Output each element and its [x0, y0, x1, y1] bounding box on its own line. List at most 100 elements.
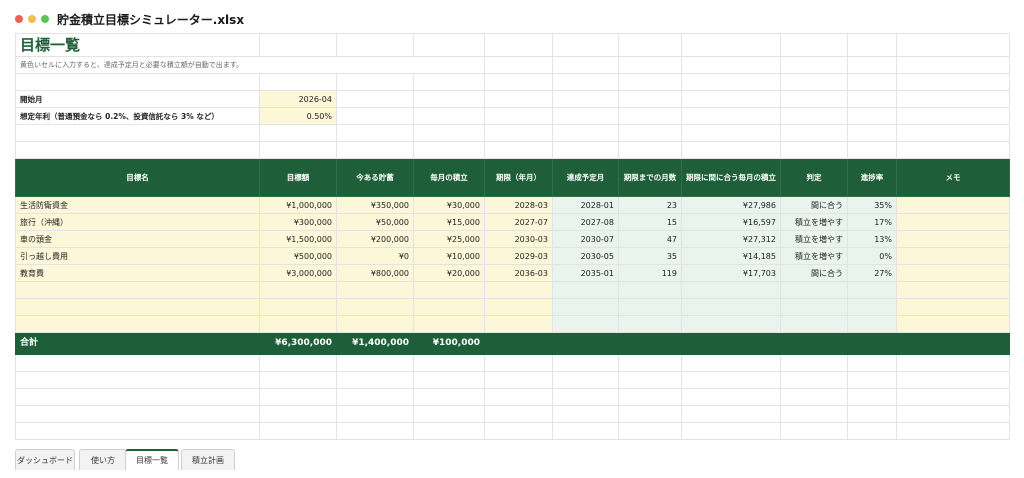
empty-cell[interactable]	[847, 90, 897, 108]
empty-cell[interactable]	[896, 141, 1010, 159]
goal-cell[interactable]: 2027-08	[552, 213, 619, 231]
empty-cell[interactable]	[618, 90, 682, 108]
annual-rate-label[interactable]: 想定年利（普通預金なら 0.2%、投資信託なら 3% など）	[15, 107, 260, 125]
goal-cell[interactable]: 27%	[847, 264, 897, 282]
goal-cell[interactable]: 2029-03	[484, 247, 553, 265]
empty-cell[interactable]	[259, 422, 337, 440]
goal-cell[interactable]: 旅行（沖縄）	[15, 213, 260, 231]
empty-cell[interactable]	[681, 73, 781, 91]
goal-cell[interactable]: ¥10,000	[413, 247, 485, 265]
empty-goal-cell[interactable]	[484, 281, 553, 299]
empty-cell[interactable]	[896, 73, 1010, 91]
goal-cell[interactable]: 積立を増やす	[780, 230, 848, 248]
empty-cell[interactable]	[484, 388, 553, 406]
empty-goal-cell[interactable]	[780, 281, 848, 299]
empty-goal-cell[interactable]	[847, 298, 897, 316]
empty-cell[interactable]	[15, 405, 260, 423]
empty-cell[interactable]	[896, 422, 1010, 440]
empty-cell[interactable]	[896, 405, 1010, 423]
instruction-note[interactable]: 黄色いセルに入力すると、達成予定月と必要な積立額が自動で出ます。	[15, 56, 485, 74]
empty-goal-cell[interactable]	[413, 281, 485, 299]
empty-cell[interactable]	[780, 354, 848, 372]
empty-goal-cell[interactable]	[896, 315, 1010, 333]
goal-cell[interactable]: 23	[618, 196, 682, 214]
empty-cell[interactable]	[896, 371, 1010, 389]
goal-cell[interactable]: 生活防衛資金	[15, 196, 260, 214]
goal-cell[interactable]: 積立を増やす	[780, 247, 848, 265]
empty-cell[interactable]	[15, 422, 260, 440]
empty-cell[interactable]	[336, 422, 414, 440]
empty-cell[interactable]	[413, 107, 485, 125]
goal-cell[interactable]: 間に合う	[780, 264, 848, 282]
empty-cell[interactable]	[336, 33, 414, 57]
empty-cell[interactable]	[780, 56, 848, 74]
goal-cell[interactable]: 13%	[847, 230, 897, 248]
goal-cell[interactable]: 間に合う	[780, 196, 848, 214]
empty-goal-cell[interactable]	[780, 315, 848, 333]
empty-cell[interactable]	[552, 107, 619, 125]
goal-cell[interactable]: ¥1,500,000	[259, 230, 337, 248]
empty-cell[interactable]	[780, 124, 848, 142]
empty-cell[interactable]	[681, 371, 781, 389]
column-header[interactable]: 判定	[780, 158, 848, 197]
goal-cell[interactable]: 2028-03	[484, 196, 553, 214]
empty-cell[interactable]	[780, 33, 848, 57]
empty-cell[interactable]	[896, 90, 1010, 108]
goal-cell[interactable]: ¥350,000	[336, 196, 414, 214]
empty-goal-cell[interactable]	[15, 315, 260, 333]
empty-cell[interactable]	[681, 388, 781, 406]
empty-cell[interactable]	[681, 422, 781, 440]
goal-cell[interactable]: 35	[618, 247, 682, 265]
empty-goal-cell[interactable]	[15, 298, 260, 316]
empty-cell[interactable]	[413, 405, 485, 423]
empty-goal-cell[interactable]	[336, 281, 414, 299]
goal-cell[interactable]: 積立を増やす	[780, 213, 848, 231]
goal-cell[interactable]: ¥3,000,000	[259, 264, 337, 282]
empty-cell[interactable]	[336, 354, 414, 372]
empty-goal-cell[interactable]	[552, 281, 619, 299]
empty-cell[interactable]	[618, 73, 682, 91]
empty-cell[interactable]	[484, 33, 553, 57]
empty-cell[interactable]	[618, 332, 682, 355]
empty-goal-cell[interactable]	[259, 281, 337, 299]
empty-cell[interactable]	[336, 90, 414, 108]
empty-goal-cell[interactable]	[618, 298, 682, 316]
empty-cell[interactable]	[681, 56, 781, 74]
empty-cell[interactable]	[15, 141, 260, 159]
empty-cell[interactable]	[780, 107, 848, 125]
empty-cell[interactable]	[15, 354, 260, 372]
empty-cell[interactable]	[847, 33, 897, 57]
empty-cell[interactable]	[896, 354, 1010, 372]
empty-cell[interactable]	[780, 405, 848, 423]
empty-cell[interactable]	[484, 332, 553, 355]
empty-cell[interactable]	[618, 422, 682, 440]
empty-cell[interactable]	[336, 124, 414, 142]
empty-cell[interactable]	[780, 422, 848, 440]
empty-cell[interactable]	[681, 332, 781, 355]
goal-cell[interactable]: ¥300,000	[259, 213, 337, 231]
close-window-button[interactable]	[15, 15, 23, 23]
goal-cell[interactable]: ¥27,312	[681, 230, 781, 248]
goal-cell[interactable]: ¥500,000	[259, 247, 337, 265]
empty-cell[interactable]	[336, 141, 414, 159]
empty-cell[interactable]	[896, 124, 1010, 142]
empty-goal-cell[interactable]	[681, 298, 781, 316]
empty-cell[interactable]	[780, 90, 848, 108]
empty-cell[interactable]	[552, 73, 619, 91]
column-header[interactable]: 期限までの月数	[618, 158, 682, 197]
empty-goal-cell[interactable]	[15, 281, 260, 299]
empty-cell[interactable]	[259, 124, 337, 142]
empty-goal-cell[interactable]	[413, 298, 485, 316]
column-header[interactable]: 期限に間に合う毎月の積立	[681, 158, 781, 197]
empty-cell[interactable]	[15, 388, 260, 406]
empty-goal-cell[interactable]	[681, 281, 781, 299]
start-month-input[interactable]: 2026-04	[259, 90, 337, 108]
empty-goal-cell[interactable]	[847, 315, 897, 333]
column-header[interactable]: 目標額	[259, 158, 337, 197]
goal-cell[interactable]: 2030-05	[552, 247, 619, 265]
empty-cell[interactable]	[681, 405, 781, 423]
empty-goal-cell[interactable]	[552, 298, 619, 316]
goal-cell[interactable]: 2028-01	[552, 196, 619, 214]
empty-cell[interactable]	[681, 124, 781, 142]
empty-cell[interactable]	[681, 90, 781, 108]
